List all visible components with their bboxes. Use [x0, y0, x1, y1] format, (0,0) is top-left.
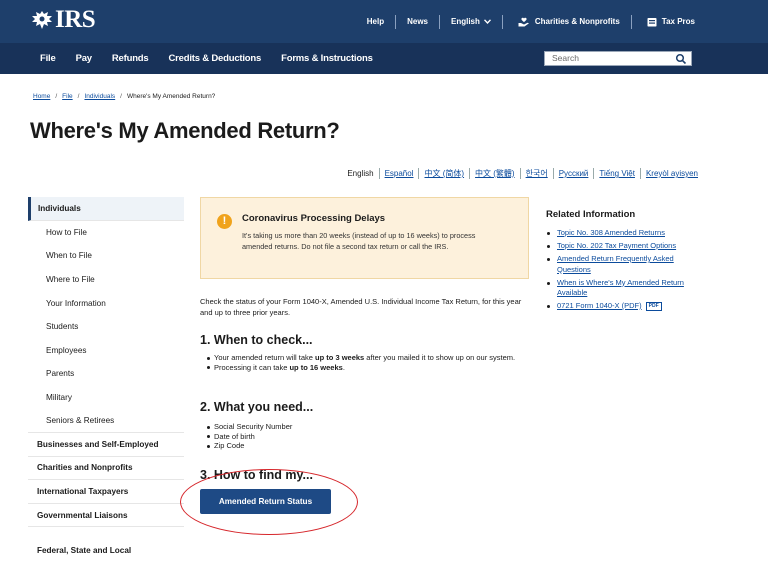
breadcrumb: Home / File / Individuals / Where's My Amended… [33, 93, 216, 100]
lang-russian[interactable]: Русский [559, 169, 589, 178]
nav-pay[interactable]: Pay [76, 53, 93, 64]
related-title: Related Information [546, 209, 636, 220]
sidebar: Individuals How to File When to File Whe… [28, 197, 184, 528]
search-input[interactable]: Search [544, 51, 692, 66]
list-item: Amended Return Frequently Asked Question… [546, 254, 706, 275]
sidebar-item-charities[interactable]: Charities and Nonprofits [28, 457, 184, 481]
chevron-down-icon [483, 19, 491, 24]
list-item: Social Security Number [206, 422, 536, 432]
search-icon[interactable] [675, 53, 687, 65]
related-information: Related Information Topic No. 308 Amende… [546, 209, 706, 314]
lang-kreyol[interactable]: Kreyòl ayisyen [646, 169, 698, 178]
sidebar-item-federal-state-local[interactable]: Federal, State and Local [37, 539, 157, 561]
list-item: Processing it can take up to 16 weeks. [206, 363, 536, 373]
list-item: Topic No. 308 Amended Returns [546, 228, 706, 239]
sidebar-item-individuals[interactable]: Individuals [28, 197, 184, 221]
section-when-heading: 1. When to check... [200, 333, 313, 347]
sidebar-item-employees[interactable]: Employees [28, 339, 184, 363]
breadcrumb-home[interactable]: Home [33, 93, 50, 100]
tax-pros-link[interactable]: Tax Pros [632, 15, 706, 29]
lang-chinese-traditional[interactable]: 中文 (繁體) [475, 168, 515, 179]
related-link-faq[interactable]: Amended Return Frequently Asked Question… [557, 254, 674, 274]
briefcase-icon [647, 17, 657, 26]
page-title: Where's My Amended Return? [30, 118, 340, 143]
list-item: Topic No. 202 Tax Payment Options [546, 241, 706, 252]
list-item: When is Where's My Amended Return Availa… [546, 278, 706, 299]
breadcrumb-file[interactable]: File [62, 93, 72, 100]
sidebar-item-international[interactable]: International Taxpayers [28, 480, 184, 504]
related-link-topic-202[interactable]: Topic No. 202 Tax Payment Options [557, 241, 676, 250]
nav-items: File Pay Refunds Credits & Deductions Fo… [40, 43, 393, 74]
hand-heart-icon [518, 17, 529, 26]
sidebar-item-label: Federal, State and Local [37, 546, 132, 555]
alert-title: Coronavirus Processing Delays [242, 213, 386, 224]
top-header: IRS Help News English Charities & Nonpro… [0, 0, 768, 43]
lang-vietnamese[interactable]: Tiếng Việt [599, 169, 635, 178]
lang-chinese-simplified[interactable]: 中文 (简体) [424, 168, 464, 179]
help-link[interactable]: Help [356, 15, 395, 29]
sidebar-item-military[interactable]: Military [28, 386, 184, 410]
language-bar: English Español 中文 (简体) 中文 (繁體) 한국어 Русс… [347, 168, 698, 179]
related-list: Topic No. 308 Amended Returns Topic No. … [546, 228, 706, 312]
tax-pros-label: Tax Pros [661, 17, 695, 26]
main-nav: File Pay Refunds Credits & Deductions Fo… [0, 43, 768, 74]
related-link-form-1040x-pdf[interactable]: 0721 Form 1040-X (PDF) [557, 301, 642, 310]
language-label: English [451, 17, 480, 26]
language-dropdown[interactable]: English [440, 15, 502, 29]
lang-espanol[interactable]: Español [385, 169, 414, 178]
sidebar-item-governmental[interactable]: Governmental Liaisons [28, 504, 184, 528]
alert-box: ! Coronavirus Processing Delays It's tak… [200, 197, 529, 279]
nav-file[interactable]: File [40, 53, 56, 64]
sidebar-item-how-to-file[interactable]: How to File [28, 221, 184, 245]
warning-icon: ! [217, 214, 232, 229]
section-what-heading: 2. What you need... [200, 400, 314, 414]
sidebar-item-where-to-file[interactable]: Where to File [28, 268, 184, 292]
sidebar-item-students[interactable]: Students [28, 315, 184, 339]
nav-refunds[interactable]: Refunds [112, 53, 149, 64]
alert-body: It's taking us more than 20 weeks (inste… [242, 231, 476, 251]
sidebar-item-when-to-file[interactable]: When to File [28, 244, 184, 268]
related-link-topic-308[interactable]: Topic No. 308 Amended Returns [557, 228, 665, 237]
charities-label: Charities & Nonprofits [534, 17, 620, 26]
lang-english: English [347, 169, 374, 178]
utility-links: Help News English Charities & Nonprofits… [356, 0, 706, 43]
news-link[interactable]: News [396, 15, 439, 29]
nav-forms-instructions[interactable]: Forms & Instructions [281, 53, 373, 64]
related-link-availability[interactable]: When is Where's My Amended Return Availa… [557, 278, 684, 298]
intro-text: Check the status of your Form 1040-X, Am… [200, 297, 522, 317]
breadcrumb-individuals[interactable]: Individuals [84, 93, 115, 100]
what-list: Social Security Number Date of birth Zip… [206, 422, 536, 451]
sidebar-item-your-information[interactable]: Your Information [28, 291, 184, 315]
logo-text: IRS [55, 6, 96, 33]
sidebar-item-seniors-retirees[interactable]: Seniors & Retirees [28, 409, 184, 433]
eagle-icon [32, 11, 52, 29]
annotation-circle [180, 469, 358, 535]
pdf-badge: PDF [645, 301, 662, 311]
list-item: Zip Code [206, 441, 536, 451]
irs-logo[interactable]: IRS [30, 6, 96, 33]
list-item: Date of birth [206, 432, 536, 442]
sidebar-item-businesses[interactable]: Businesses and Self-Employed [28, 433, 184, 457]
list-item: Your amended return will take up to 3 we… [206, 353, 536, 363]
breadcrumb-current: Where's My Amended Return? [126, 93, 216, 100]
charities-link[interactable]: Charities & Nonprofits [503, 15, 631, 29]
nav-credits-deductions[interactable]: Credits & Deductions [169, 53, 262, 64]
list-item: 0721 Form 1040-X (PDF) PDF [546, 301, 706, 312]
when-list: Your amended return will take up to 3 we… [206, 353, 536, 372]
lang-korean[interactable]: 한국어 [526, 168, 548, 179]
sidebar-item-parents[interactable]: Parents [28, 362, 184, 386]
